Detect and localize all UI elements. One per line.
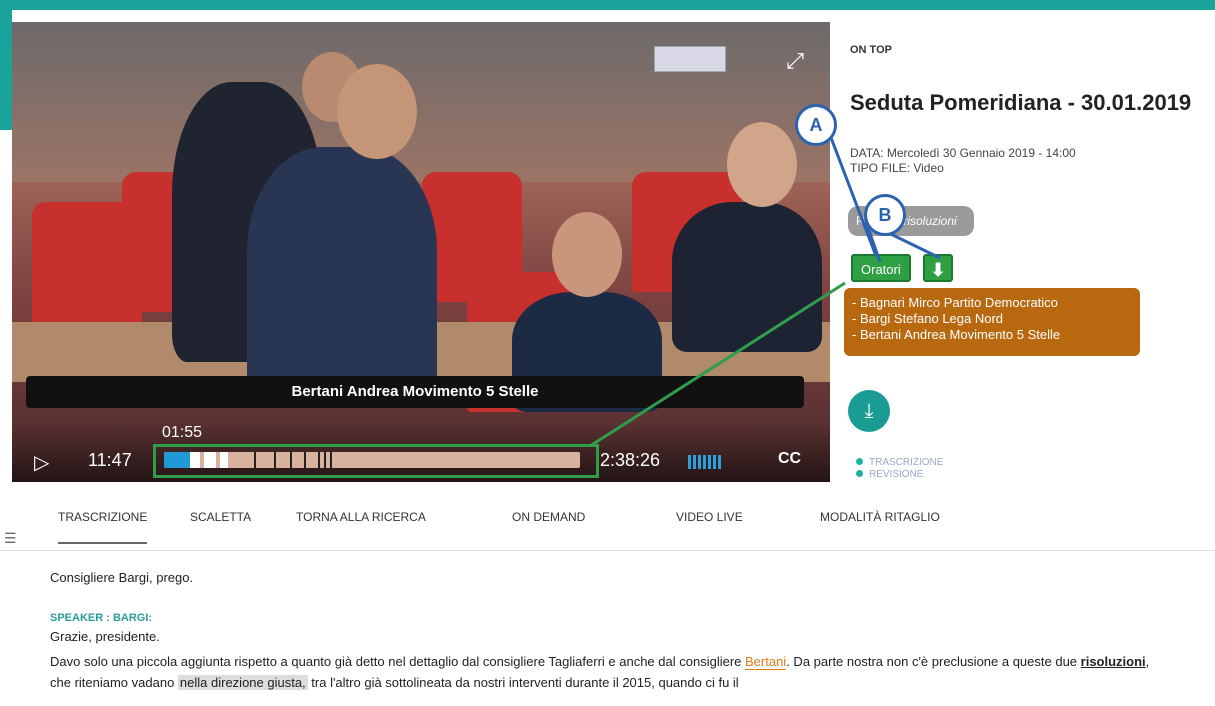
speaker-item[interactable]: - Bertani Andrea Movimento 5 Stelle bbox=[852, 327, 1132, 343]
status-legend: TRASCRIZIONE REVISIONE bbox=[856, 457, 943, 481]
video-frame bbox=[12, 22, 830, 482]
transcript-text: Davo solo una piccola aggiunta rispetto … bbox=[50, 654, 745, 669]
callout-a-icon: A bbox=[795, 104, 837, 146]
tab-scaletta[interactable]: SCALETTA bbox=[190, 510, 251, 524]
speaker-item[interactable]: - Bargi Stefano Lega Nord bbox=[852, 311, 1132, 327]
transcript-text: tra l'altro già sottolineata da nostri i… bbox=[307, 675, 739, 690]
page-title: Seduta Pomeridiana - 30.01.2019 bbox=[850, 90, 1192, 115]
content-tabs: TRASCRIZIONE SCALETTA TORNA ALLA RICERCA… bbox=[0, 500, 1215, 551]
download-arrow-button[interactable]: ⬇ bbox=[923, 254, 953, 282]
speaker-item[interactable]: - Bagnari Mirco Partito Democratico bbox=[852, 295, 1132, 311]
filter-sliders-icon[interactable]: ☰ bbox=[4, 530, 17, 547]
tab-torna-alla-ricerca[interactable]: TORNA ALLA RICERCA bbox=[296, 510, 426, 524]
speaker-caption-bar: Bertani Andrea Movimento 5 Stelle bbox=[26, 376, 804, 408]
highlighted-speaker-name[interactable]: Bertani bbox=[745, 654, 787, 670]
person-standing-speaker bbox=[247, 147, 437, 407]
download-button[interactable]: ⤓ bbox=[848, 390, 890, 432]
file-type-line: TIPO FILE: Video bbox=[850, 161, 944, 175]
fullscreen-expand-icon[interactable]: ⤢ bbox=[786, 48, 804, 74]
person-head bbox=[727, 122, 797, 207]
closed-captions-button[interactable]: CC bbox=[778, 450, 801, 468]
search-chip-term: risoluzioni bbox=[903, 214, 957, 228]
callout-b-icon: B bbox=[864, 194, 906, 236]
person-head bbox=[552, 212, 622, 297]
left-accent-strip bbox=[0, 10, 12, 130]
legend-dot-icon bbox=[856, 458, 863, 465]
tab-on-demand[interactable]: ON DEMAND bbox=[512, 510, 585, 524]
seek-hover-time: 01:55 bbox=[162, 424, 203, 441]
broadcaster-logo bbox=[654, 46, 726, 72]
tab-video-live[interactable]: VIDEO LIVE bbox=[676, 510, 743, 524]
tab-trascrizione[interactable]: TRASCRIZIONE bbox=[58, 510, 148, 544]
legend-item: TRASCRIZIONE bbox=[856, 457, 943, 469]
seek-bar-highlight-box bbox=[153, 444, 599, 478]
volume-level-icon[interactable] bbox=[688, 455, 723, 474]
transcript-text: . Da parte nostra non c'è preclusione a … bbox=[786, 654, 1081, 669]
transcript-line: Grazie, presidente. bbox=[50, 629, 160, 644]
total-duration: 2:38:26 bbox=[600, 450, 661, 470]
tab-modalita-ritaglio[interactable]: MODALITÀ RITAGLIO bbox=[820, 510, 940, 524]
current-time: 11:47 bbox=[88, 450, 132, 470]
video-player[interactable]: ⤢ ▸ flowplayer Bertani Andrea Movimento … bbox=[12, 22, 830, 482]
legend-label: REVISIONE bbox=[869, 469, 924, 480]
session-meta: DATA: Mercoledì 30 Gennaio 2019 - 14:00 … bbox=[850, 146, 1076, 176]
download-icon: ⤓ bbox=[864, 400, 874, 422]
oratori-button[interactable]: Oratori bbox=[851, 254, 911, 282]
top-accent-bar bbox=[0, 0, 1215, 10]
transcript-paragraph: Davo solo una piccola aggiunta rispetto … bbox=[50, 651, 1170, 693]
person-seated-right bbox=[672, 202, 822, 352]
search-hit-term[interactable]: risoluzioni bbox=[1081, 654, 1146, 669]
play-icon[interactable]: ▷ bbox=[34, 450, 49, 475]
person-head bbox=[337, 64, 417, 159]
legend-dot-icon bbox=[856, 470, 863, 477]
legend-item: REVISIONE bbox=[856, 469, 943, 481]
date-line: DATA: Mercoledì 30 Gennaio 2019 - 14:00 bbox=[850, 146, 1076, 160]
speaker-label: SPEAKER : BARGI: bbox=[50, 612, 153, 624]
transcript-line: Consigliere Bargi, prego. bbox=[50, 570, 194, 585]
arrow-down-icon: ⬇ bbox=[930, 260, 946, 280]
legend-label: TRASCRIZIONE bbox=[869, 457, 944, 468]
ontop-label: ON TOP bbox=[850, 44, 892, 56]
highlighted-phrase: nella direzione giusta, bbox=[177, 675, 308, 690]
speakers-list: - Bagnari Mirco Partito Democratico - Ba… bbox=[844, 288, 1140, 356]
